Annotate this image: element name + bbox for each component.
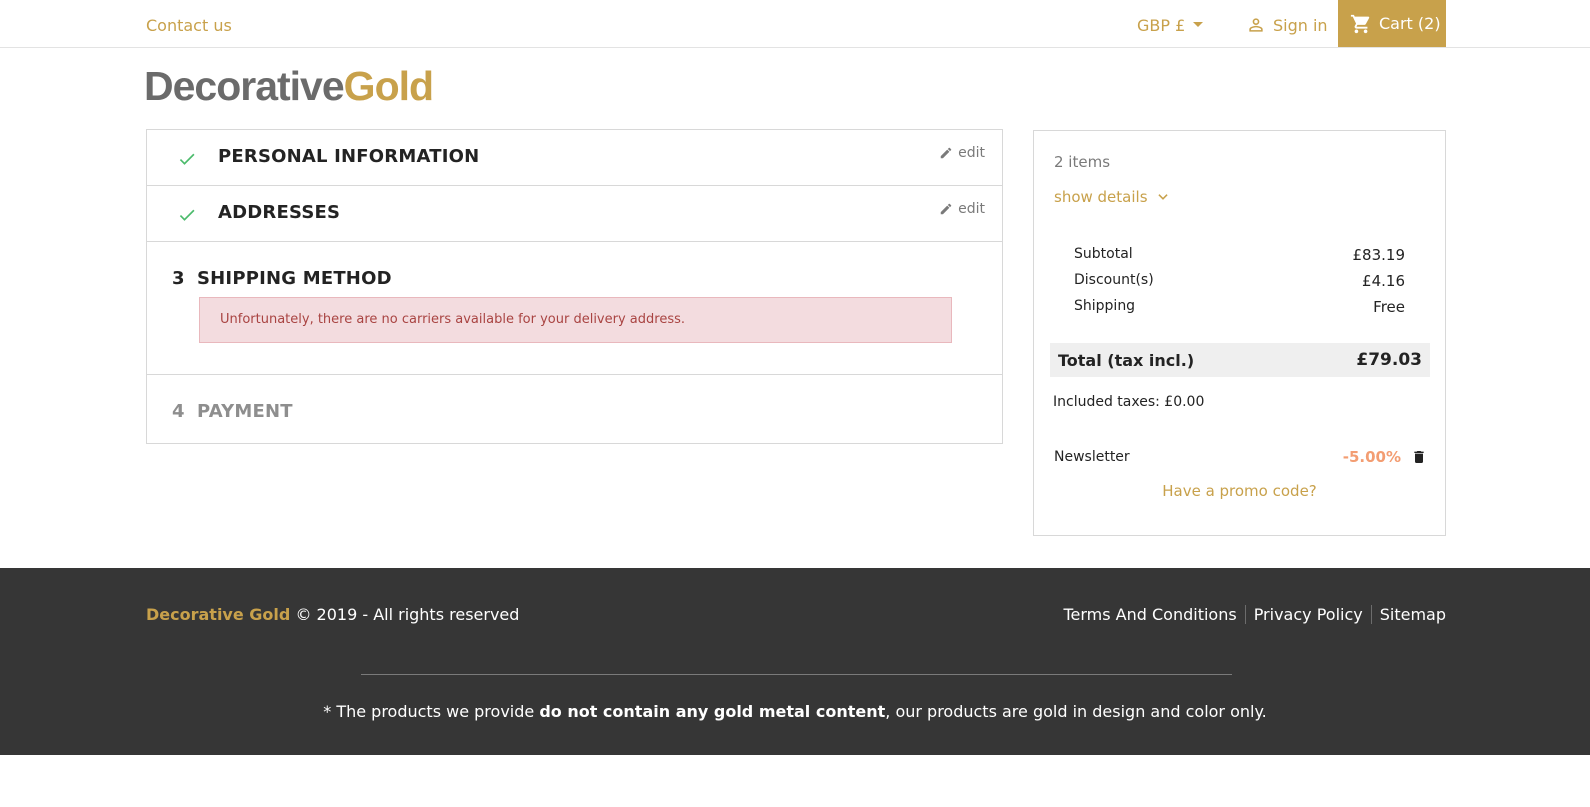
caret-down-icon	[1193, 22, 1204, 27]
copyright-text: © 2019 - All rights reserved	[295, 605, 520, 624]
step-title: PAYMENT	[197, 401, 293, 422]
footer-divider	[361, 674, 1232, 675]
product-disclaimer: * The products we provide do not contain…	[0, 702, 1590, 721]
disclaimer-bold: do not contain any gold metal content	[539, 702, 886, 721]
footer-copyright: Decorative Gold © 2019 - All rights rese…	[146, 605, 519, 624]
currency-label: GBP £	[1137, 16, 1186, 35]
discount-row: Discount(s) £4.16	[1074, 272, 1405, 290]
terms-link[interactable]: Terms And Conditions	[1063, 605, 1244, 624]
sign-in-link[interactable]: Sign in	[1246, 15, 1328, 35]
trash-icon[interactable]	[1411, 449, 1427, 465]
no-carriers-alert: Unfortunately, there are no carriers ava…	[199, 297, 952, 343]
voucher-name: Newsletter	[1054, 449, 1130, 465]
footer: Decorative Gold © 2019 - All rights rese…	[0, 568, 1590, 755]
edit-label: edit	[958, 201, 985, 217]
total-row: Total (tax incl.) £79.03	[1050, 343, 1430, 377]
chevron-down-icon	[1157, 194, 1168, 200]
site-logo[interactable]: DecorativeGold	[144, 63, 434, 109]
logo-text-gold: Gold	[343, 63, 434, 109]
sitemap-link[interactable]: Sitemap	[1370, 605, 1446, 624]
total-label: Total (tax incl.)	[1058, 350, 1195, 370]
voucher-value: -5.00%	[1342, 448, 1401, 466]
edit-addresses-link[interactable]: edit	[939, 201, 985, 217]
total-value: £79.03	[1356, 350, 1422, 370]
step-title: PERSONAL INFORMATION	[218, 146, 480, 167]
logo-text-decorative: Decorative	[144, 63, 345, 109]
promo-code-link[interactable]: Have a promo code?	[1034, 482, 1445, 500]
items-count: 2 items	[1054, 153, 1111, 171]
voucher-actions: -5.00%	[1343, 448, 1427, 466]
shopping-cart-icon	[1350, 14, 1370, 33]
show-details-label: show details	[1054, 188, 1148, 206]
sign-in-label: Sign in	[1273, 15, 1328, 35]
cart-summary: 2 items show details Subtotal £83.19 Dis…	[1033, 130, 1446, 536]
user-icon	[1249, 18, 1263, 32]
currency-selector[interactable]: GBP £	[1137, 16, 1204, 35]
pencil-icon	[940, 147, 952, 159]
show-details-toggle[interactable]: show details	[1054, 188, 1170, 206]
step-shipping-method: 3 SHIPPING METHOD Unfortunately, there a…	[146, 241, 1003, 375]
voucher-row: Newsletter -5.00%	[1054, 448, 1427, 466]
shipping-row: Shipping Free	[1074, 298, 1405, 316]
step-number: 4	[172, 401, 185, 422]
edit-personal-information-link[interactable]: edit	[939, 145, 985, 161]
contact-us-link[interactable]: Contact us	[146, 16, 232, 35]
discount-label: Discount(s)	[1074, 272, 1154, 288]
step-title: ADDRESSES	[218, 202, 341, 223]
checkmark-icon	[179, 153, 195, 165]
checkout-steps: PERSONAL INFORMATION edit ADDRESSES edit…	[146, 129, 1003, 444]
pencil-icon	[940, 203, 952, 215]
included-taxes: Included taxes: £0.00	[1053, 394, 1205, 410]
discount-value: £4.16	[1362, 272, 1405, 290]
privacy-link[interactable]: Privacy Policy	[1244, 605, 1371, 624]
subtotal-value: £83.19	[1352, 246, 1406, 264]
step-number: 3	[172, 268, 185, 289]
footer-brand: Decorative Gold	[146, 605, 291, 624]
cart-button[interactable]: Cart (2)	[1338, 0, 1446, 47]
cart-label: Cart (2)	[1379, 14, 1441, 33]
edit-label: edit	[958, 145, 985, 161]
step-payment: 4 PAYMENT	[146, 374, 1003, 444]
disclaimer-pre: * The products we provide	[323, 702, 540, 721]
step-addresses[interactable]: ADDRESSES edit	[146, 185, 1003, 242]
subtotal-row: Subtotal £83.19	[1074, 246, 1405, 264]
shipping-label: Shipping	[1074, 298, 1136, 314]
checkmark-icon	[179, 209, 195, 221]
step-personal-information[interactable]: PERSONAL INFORMATION edit	[146, 129, 1003, 186]
footer-links: Terms And Conditions Privacy Policy Site…	[1063, 605, 1446, 624]
subtotal-label: Subtotal	[1074, 246, 1133, 262]
top-bar: Contact us GBP £ Sign in Cart (2)	[0, 0, 1590, 48]
shipping-value: Free	[1373, 298, 1405, 316]
disclaimer-post: , our products are gold in design and co…	[885, 702, 1267, 721]
step-title: SHIPPING METHOD	[197, 268, 392, 289]
